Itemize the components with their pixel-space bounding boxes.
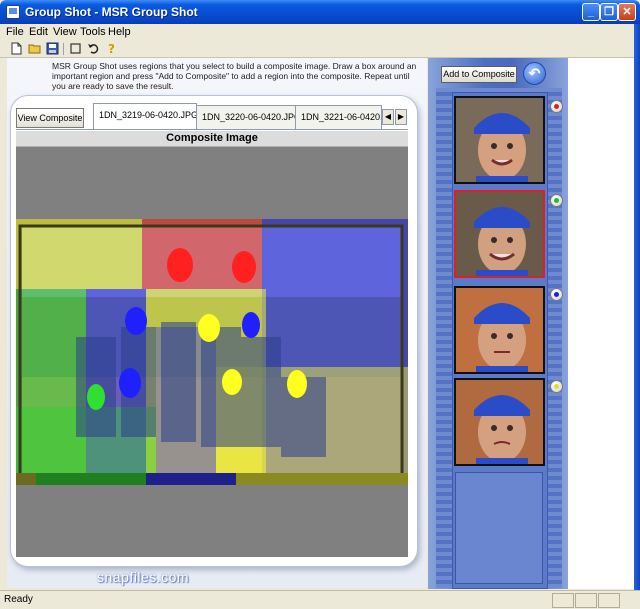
region-color-green-icon (550, 194, 563, 207)
region-thumbnail-4[interactable] (454, 378, 545, 466)
status-bar: Ready (0, 590, 640, 609)
app-icon (6, 5, 20, 19)
instructions-text: MSR Group Shot uses regions that you sel… (52, 61, 417, 91)
region-thumbnail-1[interactable] (454, 96, 545, 184)
save-icon[interactable] (46, 42, 59, 55)
minimize-button[interactable]: _ (582, 3, 600, 21)
view-composite-button[interactable]: View Composite (16, 108, 84, 128)
window-title: Group Shot - MSR Group Shot (25, 5, 198, 19)
status-panel (552, 593, 574, 608)
composite-image (16, 219, 408, 485)
status-panel (598, 593, 620, 608)
menu-tools[interactable]: Tools (80, 26, 106, 38)
menu-help[interactable]: Help (108, 26, 131, 38)
region-color-yellow-icon (550, 380, 563, 393)
toolbar-separator (63, 43, 64, 55)
menu-bar: File Edit View Tools Help (0, 24, 640, 41)
status-text: Ready (4, 594, 33, 605)
right-margin (568, 58, 640, 589)
region-color-blue-icon (550, 288, 563, 301)
close-button[interactable]: ✕ (618, 3, 636, 21)
tab-scroll-right-icon[interactable]: ▶ (395, 109, 407, 125)
window-border (634, 24, 640, 609)
region-thumbnail-3[interactable] (454, 286, 545, 374)
title-bar: Group Shot - MSR Group Shot _ ❐ ✕ (0, 0, 640, 24)
tab-scroll-left-icon[interactable]: ◀ (382, 109, 394, 125)
composite-image-canvas[interactable] (16, 147, 408, 557)
select-icon[interactable] (69, 42, 82, 55)
empty-thumbnail-slot (455, 472, 543, 584)
svg-text:?: ? (108, 42, 115, 55)
maximize-button[interactable]: ❐ (600, 3, 618, 21)
undo-region-button[interactable]: ↶ (523, 62, 546, 85)
region-thumbnail-2[interactable] (454, 190, 545, 278)
new-icon[interactable] (10, 42, 23, 55)
tab-divider (16, 129, 408, 130)
toolbar: ? (0, 41, 640, 58)
watermark-text: snapfiles.com (97, 569, 190, 585)
status-panel (575, 593, 597, 608)
open-icon[interactable] (28, 42, 41, 55)
menu-edit[interactable]: Edit (29, 26, 48, 38)
tab-image-3219[interactable]: 1DN_3219-06-0420.JPG (93, 103, 197, 130)
undo-icon[interactable] (87, 42, 100, 55)
menu-file[interactable]: File (6, 26, 24, 38)
tab-image-3220[interactable]: 1DN_3220-06-0420.JPG (196, 105, 296, 129)
composite-title: Composite Image (16, 131, 408, 147)
tab-image-3221[interactable]: 1DN_3221-06-0420.J (295, 105, 382, 129)
add-to-composite-button[interactable]: Add to Composite (441, 66, 517, 83)
region-color-red-icon (550, 100, 563, 113)
menu-view[interactable]: View (53, 26, 77, 38)
help-icon[interactable]: ? (105, 42, 118, 56)
